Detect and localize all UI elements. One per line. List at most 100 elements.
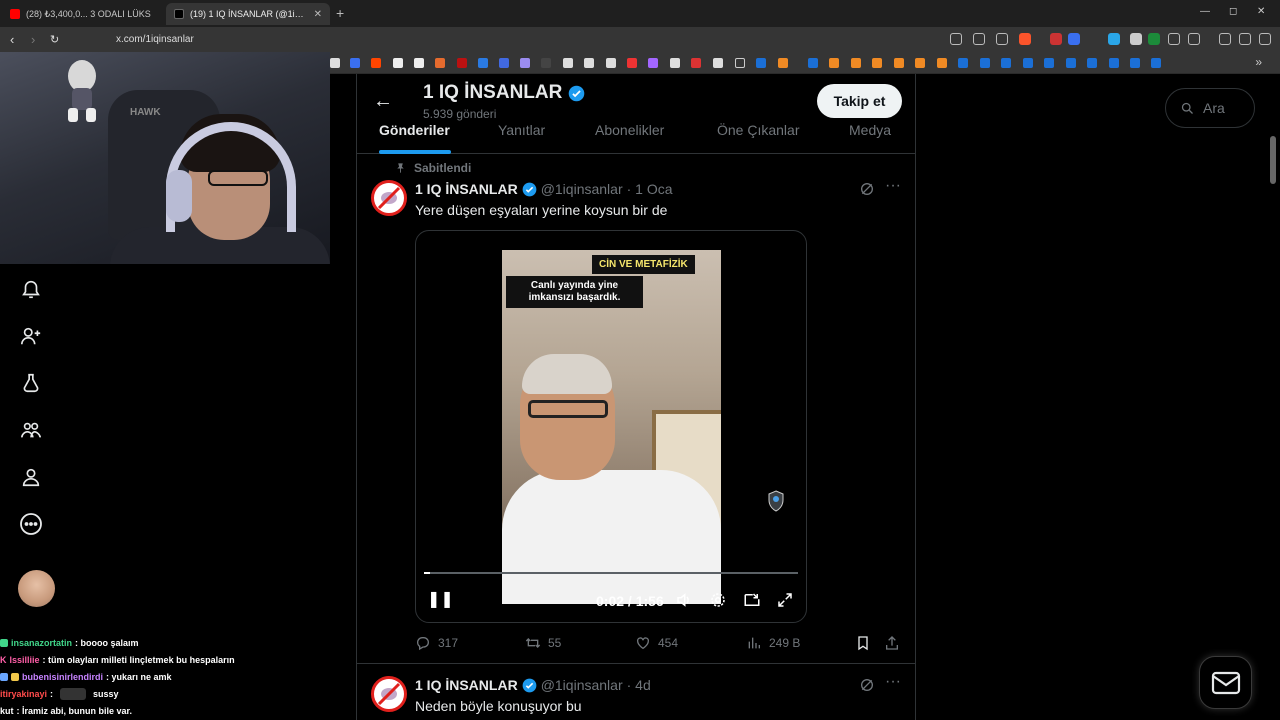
bookmark-icon[interactable] [670,58,680,68]
more-options-icon[interactable] [18,511,44,537]
tab-media[interactable]: Medya [849,122,891,138]
grok-flask-icon[interactable] [18,370,44,396]
bookmark-icon[interactable] [435,58,445,68]
bookmark-icon[interactable] [958,58,968,68]
back-arrow-icon[interactable]: ← [373,90,393,113]
post-author-avatar[interactable] [371,180,407,216]
extension-icon[interactable] [1130,33,1142,45]
bookmark-icon[interactable] [457,58,467,68]
bookmark-icon[interactable] [980,58,990,68]
tab-subscriptions[interactable]: Abonelikler [595,122,664,138]
sidebar-icon[interactable] [1188,33,1200,45]
account-avatar[interactable] [18,570,55,607]
fullscreen-icon[interactable] [776,591,794,609]
bookmark-icon[interactable] [1151,58,1161,68]
bookmark-icon[interactable] [520,58,530,68]
profile-icon[interactable] [18,464,44,490]
reload-icon[interactable]: ↻ [50,33,59,46]
messages-button[interactable] [1199,656,1252,709]
bookmark-icon[interactable] [915,58,925,68]
bookmark-icon[interactable] [1087,58,1097,68]
bookmark-icon[interactable] [1023,58,1033,68]
page-scrollbar[interactable] [1270,136,1276,184]
bookmark-icon[interactable] [648,58,658,68]
video-frame[interactable]: CİN VE METAFİZİK Canlı yayında yine imka… [502,250,721,604]
minimize-button[interactable]: — [1200,6,1210,17]
bookmark-icon[interactable] [371,58,381,68]
pause-icon[interactable]: ❚❚ [427,589,454,609]
bookmark-icon[interactable] [627,58,637,68]
bookmark-icon[interactable] [855,635,871,651]
url-field[interactable]: x.com/1iqinsanlar [116,34,194,45]
bookmark-icon[interactable] [563,58,573,68]
media-icon[interactable] [1239,33,1251,45]
bookmark-icon[interactable] [872,58,882,68]
post-author-name[interactable]: 1 IQ İNSANLAR [415,181,518,197]
notifications-icon[interactable] [18,276,44,302]
bookmark-icon[interactable] [851,58,861,68]
bookmark-icon[interactable] [1044,58,1054,68]
share-icon[interactable] [884,635,900,651]
bookmark-icon[interactable] [937,58,947,68]
post-more-icon[interactable]: ··· [885,673,901,691]
post-author-name[interactable]: 1 IQ İNSANLAR [415,677,518,693]
post-date[interactable]: · 4d [627,677,651,693]
reply-button[interactable]: 317 [415,635,458,651]
zoom-icon[interactable] [950,33,962,45]
settings-gear-icon[interactable] [709,591,727,609]
volume-icon[interactable] [675,591,693,609]
tab-posts[interactable]: Gönderiler [379,122,450,138]
new-tab-button[interactable]: + [336,5,344,21]
bookmark-icon[interactable] [478,58,488,68]
bookmark-icon[interactable] [778,58,788,68]
bookmark-icon[interactable] [1066,58,1076,68]
folder-icon[interactable] [735,58,745,68]
post-author-avatar[interactable] [371,676,407,712]
post-more-icon[interactable]: ··· [885,177,901,195]
communities-icon[interactable] [18,417,44,443]
bookmark-icon[interactable] [691,58,701,68]
bookmark-icon[interactable] [350,58,360,68]
menu-icon[interactable] [1259,33,1271,45]
extension-icon[interactable] [1068,33,1080,45]
extension-icon[interactable] [1108,33,1120,45]
download-icon[interactable] [1219,33,1231,45]
bookmark-icon[interactable] [1130,58,1140,68]
tab-highlights[interactable]: Öne Çıkanlar [717,122,799,138]
tab-replies[interactable]: Yanıtlar [498,122,545,138]
views-button[interactable]: 249 B [746,635,800,651]
bookmark-icon[interactable] [756,58,766,68]
back-nav-icon[interactable]: ‹ [10,32,14,47]
close-tab-icon[interactable]: ✕ [314,9,322,20]
bookmark-icon[interactable] [584,58,594,68]
browser-tab-active[interactable]: (19) 1 IQ İNSANLAR (@1iqinsa ✕ [166,3,330,25]
repost-button[interactable]: 55 [525,635,561,651]
picture-in-picture-icon[interactable] [743,591,761,609]
bookmark-icon[interactable] [541,58,551,68]
cast-icon[interactable] [973,33,985,45]
follow-button[interactable]: Takip et [817,84,902,118]
bookmark-icon[interactable] [1001,58,1011,68]
forward-nav-icon[interactable]: › [31,32,35,47]
extension-icon[interactable] [1050,33,1062,45]
bookmark-icon[interactable] [393,58,403,68]
bookmark-icon[interactable] [499,58,509,68]
post-date[interactable]: · 1 Oca [627,181,673,197]
extensions-puzzle-icon[interactable] [1168,33,1180,45]
bookmark-icon[interactable] [1109,58,1119,68]
brave-shield-icon[interactable] [1019,33,1031,45]
bookmarks-more-icon[interactable]: » [1255,55,1262,69]
follow-people-icon[interactable] [18,323,44,349]
browser-tab-inactive[interactable]: (28) ₺3,400,0... 3 ODALI LÜKS [2,3,162,25]
bookmark-icon[interactable] [829,58,839,68]
post-author-handle[interactable]: @1iqinsanlar [541,181,623,197]
grok-icon[interactable] [859,181,875,197]
post-author-handle[interactable]: @1iqinsanlar [541,677,623,693]
extension-icon[interactable] [1148,33,1160,45]
bookmark-icon[interactable] [606,58,616,68]
bookmark-icon[interactable] [713,58,723,68]
bookmark-icon[interactable] [414,58,424,68]
search-box[interactable]: Ara [1165,88,1255,128]
like-button[interactable]: 454 [635,635,678,651]
bookmark-icon[interactable] [808,58,818,68]
